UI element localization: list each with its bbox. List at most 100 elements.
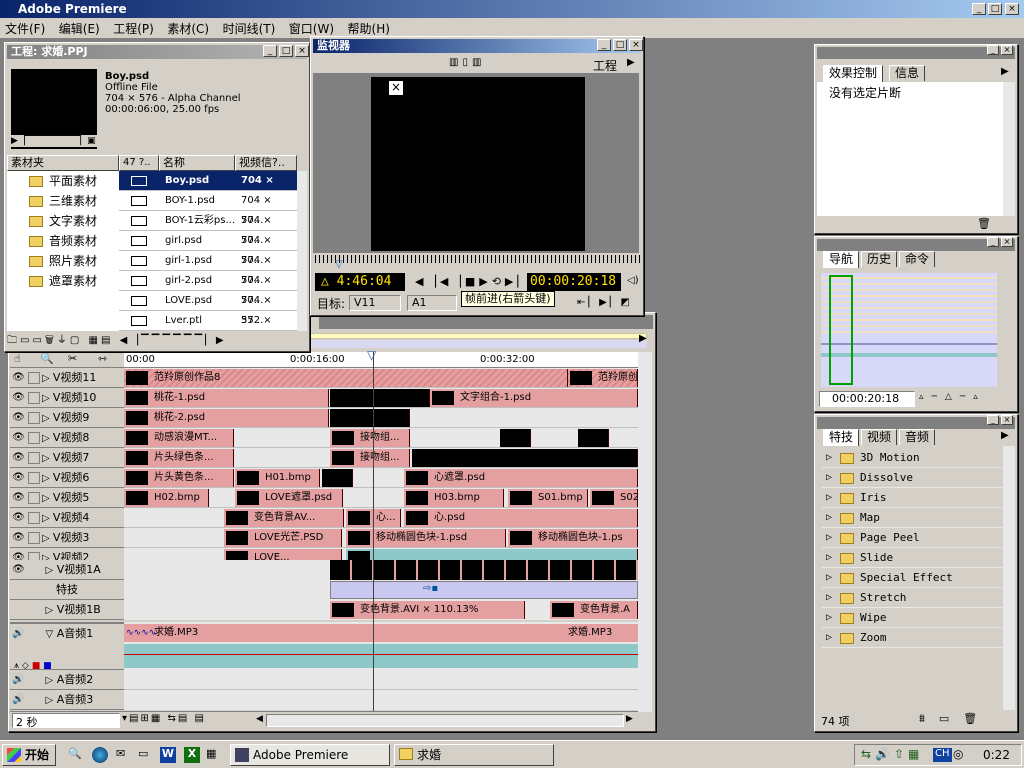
palette-minimize-button[interactable]: _ (987, 237, 999, 247)
palette-close-button[interactable]: × (1001, 415, 1013, 425)
clip[interactable]: H03.bmp (404, 489, 504, 507)
expand-arrow-icon[interactable]: ▷ (826, 488, 832, 508)
thumbnail-play-control[interactable]: ▶▕▔▔▔▔▔▔▔▔▏▣ (11, 135, 97, 147)
file-row[interactable]: girl-1.psd 704 × 57... (119, 251, 297, 286)
timeline-view-buttons[interactable]: ▾▤⊞▦ ⇆▤ ▤ (122, 713, 206, 724)
transitions-vscrollbar[interactable] (1003, 446, 1015, 710)
track-header[interactable]: 👁 ▷ V视频9 (10, 408, 124, 428)
expand-arrow-icon[interactable]: ▷ (42, 413, 53, 424)
speaker-icon[interactable]: 🔊 (12, 628, 24, 640)
clip[interactable]: 移动椭圆色块-1.ps (508, 529, 638, 547)
lock-icon[interactable] (28, 412, 40, 424)
clip[interactable]: 范羚原创作品8 (124, 369, 568, 387)
tab-transitions[interactable]: 特技 (823, 429, 860, 446)
clip[interactable]: LOVE光芒.PSD (224, 529, 342, 547)
clip[interactable]: 范羚原创作品 (568, 369, 638, 387)
file-row[interactable]: Lver.ptl 352 × 28... (119, 311, 297, 331)
start-button[interactable]: 开始 (2, 744, 56, 766)
bin-item[interactable]: 平面素材 (7, 171, 119, 191)
file-row[interactable]: girl-2.psd 704 × 57... (119, 271, 297, 306)
word-quicklaunch-icon[interactable]: W (160, 747, 176, 763)
palette-menu-arrow-icon[interactable]: ▶ (1001, 66, 1009, 77)
lock-icon[interactable] (28, 392, 40, 404)
clip[interactable] (330, 409, 410, 427)
speaker-icon[interactable]: 🔊 (12, 674, 24, 686)
clip[interactable]: 接吻组... (330, 449, 410, 467)
palette-menu-arrow-icon[interactable]: ▶ (1001, 430, 1009, 441)
monitor-menu-arrow-icon[interactable]: ▶ (627, 57, 635, 68)
minimize-button[interactable]: _ (972, 3, 986, 15)
desktop-quicklaunch-icon[interactable]: ▭ (138, 747, 154, 763)
transition-clip[interactable]: ⇨▪ (330, 581, 638, 599)
lock-icon[interactable] (28, 564, 40, 576)
lock-icon[interactable] (28, 532, 40, 544)
clip[interactable]: 移动椭圆色块-1.psd (346, 529, 506, 547)
ppt-quicklaunch-icon[interactable]: ▦ (206, 747, 222, 763)
transition-folder[interactable]: ▷ Zoom (822, 628, 1002, 648)
eye-icon[interactable]: 👁 (12, 372, 25, 384)
eye-icon[interactable]: 👁 (12, 492, 25, 504)
clip[interactable]: 动感浪漫MT... (124, 429, 234, 447)
tab-audio-effects[interactable]: 音频 (899, 429, 936, 445)
speaker-icon[interactable]: ◁) (627, 275, 639, 286)
expand-arrow-icon[interactable]: ▷ (42, 373, 53, 384)
monitor-position-marker-icon[interactable]: ▽ (335, 259, 343, 270)
tab-commands[interactable]: 命令 (899, 251, 936, 267)
navigator-zoom-controls[interactable]: ▵─△─▵ (919, 392, 986, 402)
timeline-vscrollbar[interactable] (638, 352, 652, 712)
eye-icon[interactable]: 👁 (12, 512, 25, 524)
lock-icon[interactable] (28, 628, 40, 640)
expand-arrow-icon[interactable]: ▷ (42, 493, 53, 504)
eye-icon[interactable]: 👁 (12, 432, 25, 444)
outlook-quicklaunch-icon[interactable]: ✉ (116, 747, 132, 763)
track-header[interactable]: 👁 ▷ V视频4 (10, 508, 124, 528)
clip[interactable] (322, 469, 353, 487)
clip[interactable] (330, 389, 430, 407)
bins-header[interactable]: 素材夹 (7, 155, 119, 171)
transitions-toolbar[interactable]: ⩩▭🗑 (919, 712, 991, 726)
track-header-a1[interactable]: 🔊 ▽ A音频1 ⩚ ◇ ■ ■ (10, 622, 124, 671)
eye-icon[interactable]: 👁 (12, 532, 25, 544)
navigator-overview[interactable] (821, 273, 997, 387)
excel-quicklaunch-icon[interactable]: X (184, 747, 200, 763)
transition-folder[interactable]: ▷ Page Peel (822, 528, 1002, 548)
v1a-clip[interactable] (330, 560, 638, 580)
collapse-arrow-icon[interactable]: ▽ (46, 629, 54, 640)
expand-arrow-icon[interactable]: ▷ (826, 608, 832, 628)
lock-icon[interactable] (28, 432, 40, 444)
clip[interactable]: 接吻组... (330, 429, 410, 447)
expand-arrow-icon[interactable]: ▷ (826, 588, 832, 608)
expand-arrow-icon[interactable]: ▷ (46, 565, 54, 576)
transition-folder[interactable]: ▷ Map (822, 508, 1002, 528)
expand-arrow-icon[interactable]: ▷ (826, 548, 832, 568)
audio-clip[interactable]: ∿∿∿∿ 求婚.MP3 求婚.MP3 (124, 624, 638, 642)
ie-quicklaunch-icon[interactable] (92, 747, 108, 763)
expand-arrow-icon[interactable]: ▷ (826, 508, 832, 528)
clip[interactable]: 变色背景.A (550, 601, 638, 619)
expand-arrow-icon[interactable]: ▷ (826, 468, 832, 488)
clip[interactable]: 片头黄色条... (124, 469, 234, 487)
scroll-right-icon[interactable]: ▶ (626, 714, 633, 724)
clip[interactable]: 桃花-2.psd (124, 409, 329, 427)
transition-folder[interactable]: ▷ Wipe (822, 608, 1002, 628)
bin-item[interactable]: 遮罩素材 (7, 271, 119, 291)
monitor-jog-ruler[interactable] (315, 255, 641, 263)
track-header[interactable]: 👁 ▷ V视频11 (10, 368, 124, 388)
clip[interactable] (412, 449, 638, 467)
clip[interactable] (500, 429, 531, 447)
help-tray-icon[interactable]: ◎ (953, 747, 963, 761)
palette-minimize-button[interactable]: _ (987, 415, 999, 425)
clip[interactable] (578, 429, 609, 447)
target-video-select[interactable]: V11 (349, 295, 401, 311)
lock-icon[interactable] (28, 492, 40, 504)
track-header[interactable]: 👁 ▷ V视频6 (10, 468, 124, 488)
palette-close-button[interactable]: × (1001, 237, 1013, 247)
project-maximize-button[interactable]: □ (279, 45, 293, 57)
clip[interactable]: S02 (590, 489, 638, 507)
track-header-a3[interactable]: 🔊 ▷ A音频3 (10, 690, 124, 710)
transition-folder[interactable]: ▷ 3D Motion (822, 448, 1002, 468)
file-row[interactable]: BOY-1.psd 704 × 57... (119, 191, 297, 226)
expand-arrow-icon[interactable]: ▷ (46, 675, 54, 686)
track-header-a2[interactable]: 🔊 ▷ A音频2 (10, 670, 124, 690)
eye-icon[interactable]: 👁 (12, 392, 25, 404)
